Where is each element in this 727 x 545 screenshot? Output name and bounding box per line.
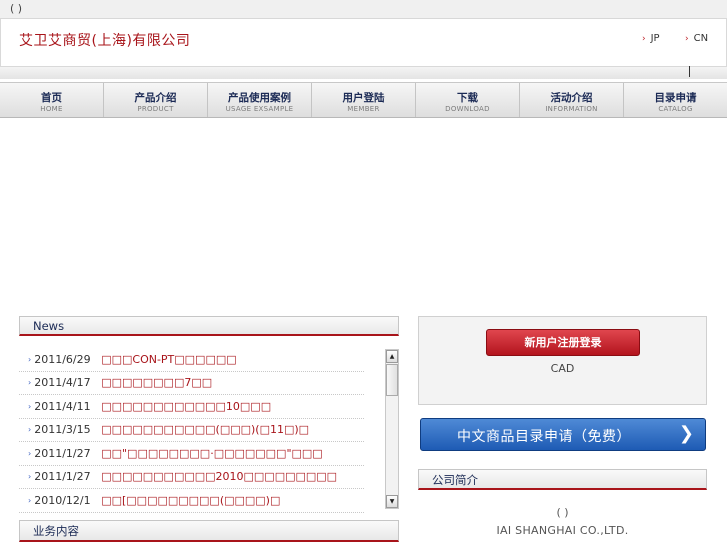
news-title-link[interactable]: □□□□□□□□7□□: [101, 376, 212, 389]
nav-label: 产品使用案例: [228, 92, 291, 104]
news-date: 2010/12/1: [34, 493, 91, 507]
scrollbar-thumb[interactable]: [386, 364, 398, 396]
bullet-icon: ›: [28, 378, 32, 388]
news-title-link[interactable]: □□□CON-PT□□□□□□: [101, 353, 236, 366]
bullet-icon: ›: [28, 472, 32, 482]
news-heading: News: [33, 319, 65, 333]
nav-label: 下载: [457, 92, 478, 104]
nav-item-information[interactable]: 活动介绍 INFORMATION: [520, 83, 624, 117]
about-heading: 公司简介: [432, 473, 478, 487]
scroll-down-icon[interactable]: ▼: [386, 495, 398, 508]
chevron-right-icon: ❯: [678, 423, 694, 444]
bullet-icon: ›: [28, 425, 32, 435]
nav-item-catalog[interactable]: 目录申请 CATALOG: [624, 83, 727, 117]
about-section-header: 公司简介: [418, 469, 707, 490]
nav-item-member[interactable]: 用户登陆 MEMBER: [312, 83, 416, 117]
nav-item-usage-example[interactable]: 产品使用案例 USAGE EXSAMPLE: [208, 83, 312, 117]
news-date: 2011/1/27: [34, 446, 91, 460]
nav-sublabel: DOWNLOAD: [445, 105, 490, 113]
about-line-1: ( ): [556, 506, 569, 519]
bullet-icon: ›: [28, 354, 32, 364]
news-title-link[interactable]: □□"□□□□□□□□·□□□□□□□"□□□: [101, 447, 322, 460]
scroll-up-icon[interactable]: ▲: [386, 350, 398, 363]
news-title-link[interactable]: □□□□□□□□□□□(□□□)(□11□)□: [101, 423, 309, 436]
register-panel: 新用户注册登录 CAD: [418, 316, 707, 405]
header-subbar: [0, 67, 727, 79]
news-section-header: News: [19, 316, 399, 336]
top-bar: ( ): [0, 0, 727, 19]
register-button[interactable]: 新用户注册登录: [486, 329, 640, 356]
news-item: › 2010/12/1 □□[□□□□□□□□□(□□□□)□: [19, 489, 364, 513]
news-date: 2011/1/27: [34, 470, 91, 484]
about-company-en: IAI SHANGHAI CO.,LTD.: [496, 524, 629, 537]
news-date: 2011/4/17: [34, 376, 91, 390]
nav-sublabel: HOME: [40, 105, 63, 113]
bullet-icon: ›: [28, 495, 32, 505]
nav-sublabel: MEMBER: [347, 105, 380, 113]
news-title-link[interactable]: □□[□□□□□□□□□(□□□□)□: [101, 494, 280, 507]
bullet-icon: ›: [28, 401, 32, 411]
catalog-request-label: 中文商品目录申请（免费）: [457, 429, 631, 445]
text-cursor: [689, 66, 690, 77]
chevron-right-icon: ›: [642, 34, 646, 44]
nav-item-download[interactable]: 下载 DOWNLOAD: [416, 83, 520, 117]
news-item: › 2011/4/17 □□□□□□□□7□□: [19, 372, 364, 395]
news-item: › 2011/4/11 □□□□□□□□□□□□10□□□: [19, 395, 364, 419]
news-list: › 2011/6/29 □□□CON-PT□□□□□□ › 2011/4/17 …: [19, 348, 364, 513]
nav-item-home[interactable]: 首页 HOME: [0, 83, 104, 117]
main-nav: 首页 HOME 产品介绍 PRODUCT 产品使用案例 USAGE EXSAMP…: [0, 82, 727, 118]
nav-sublabel: CATALOG: [658, 105, 693, 113]
cad-note: CAD: [550, 362, 575, 375]
catalog-request-button[interactable]: 中文商品目录申请（免费） ❯: [420, 418, 706, 451]
news-scrollbar[interactable]: ▲ ▼: [385, 349, 399, 509]
news-date: 2011/3/15: [34, 423, 91, 437]
nav-sublabel: PRODUCT: [137, 105, 174, 113]
header: 艾卫艾商贸(上海)有限公司 › JP › CN: [0, 19, 727, 67]
bullet-icon: ›: [28, 448, 32, 458]
lang-jp-link[interactable]: › JP: [642, 33, 660, 44]
nav-sublabel: USAGE EXSAMPLE: [225, 105, 294, 113]
nav-sublabel: INFORMATION: [545, 105, 598, 113]
nav-item-product[interactable]: 产品介绍 PRODUCT: [104, 83, 208, 117]
nav-label: 首页: [41, 92, 62, 104]
news-title-link[interactable]: □□□□□□□□□□□□10□□□: [101, 400, 271, 413]
news-date: 2011/4/11: [34, 399, 91, 413]
news-title-link[interactable]: □□□□□□□□□□□2010□□□□□□□□□: [101, 470, 337, 483]
top-bar-text: ( ): [10, 2, 23, 15]
lang-jp-label: JP: [650, 33, 660, 44]
nav-label: 活动介绍: [550, 92, 593, 104]
news-item: › 2011/1/27 □□□□□□□□□□□2010□□□□□□□□□: [19, 466, 364, 489]
nav-label: 用户登陆: [342, 92, 385, 104]
news-date: 2011/6/29: [34, 352, 91, 366]
lang-cn-link[interactable]: › CN: [685, 33, 708, 44]
nav-label: 目录申请: [654, 92, 697, 104]
news-item: › 2011/6/29 □□□CON-PT□□□□□□: [19, 348, 364, 372]
company-logo[interactable]: 艾卫艾商贸(上海)有限公司: [19, 30, 190, 50]
nav-label: 产品介绍: [134, 92, 177, 104]
news-item: › 2011/3/15 □□□□□□□□□□□(□□□)(□11□)□: [19, 419, 364, 442]
news-item: › 2011/1/27 □□"□□□□□□□□·□□□□□□□"□□□: [19, 442, 364, 466]
business-heading: 业务内容: [33, 524, 79, 538]
lang-cn-label: CN: [693, 33, 709, 44]
business-section-header: 业务内容: [19, 520, 399, 542]
chevron-right-icon: ›: [685, 34, 689, 44]
